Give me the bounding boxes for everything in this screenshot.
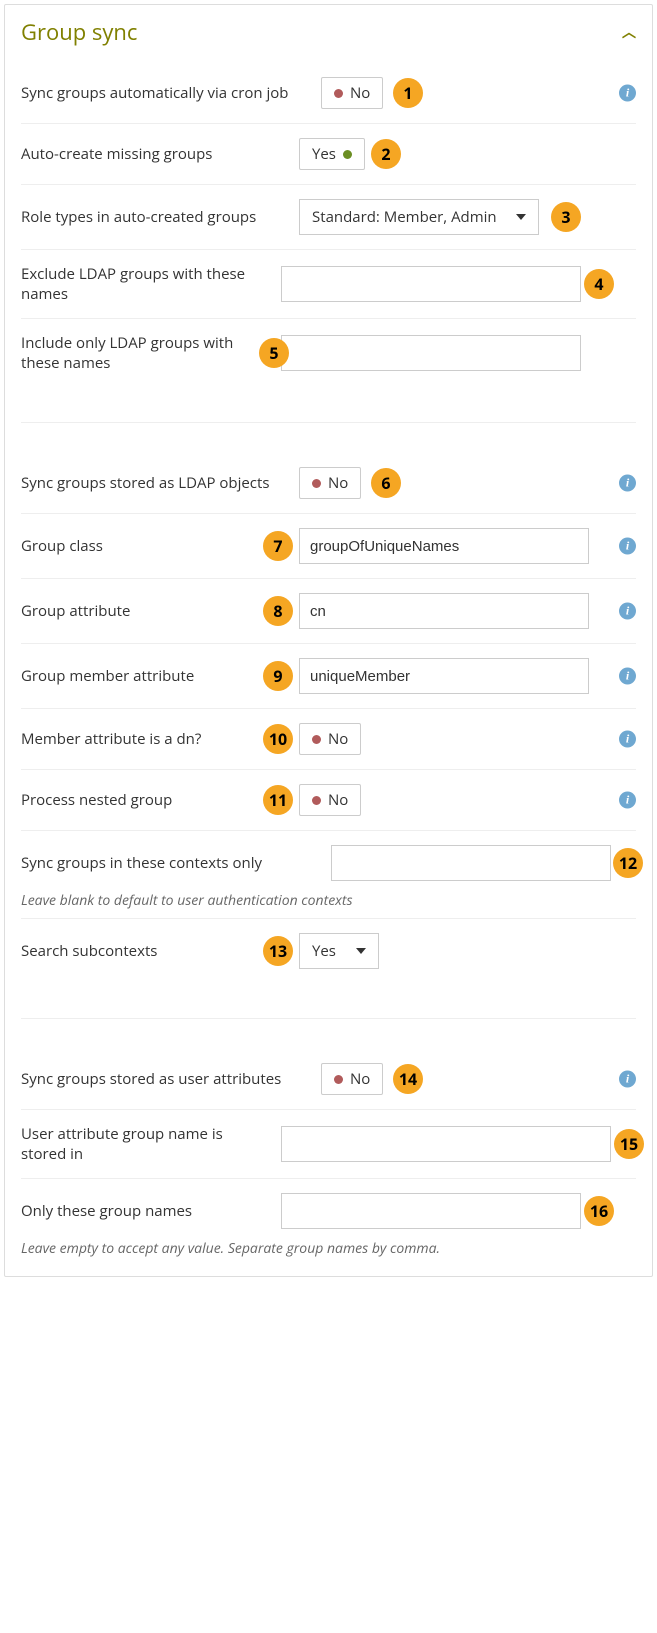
field-only-these: Only these group names 16 Leave empty to… xyxy=(21,1179,636,1266)
info-icon[interactable]: i xyxy=(619,603,636,620)
group-class-label: Group class xyxy=(21,536,299,556)
status-dot-icon xyxy=(343,150,352,159)
sync-user-attrs-toggle[interactable]: No xyxy=(321,1063,383,1095)
auto-create-value: Yes xyxy=(312,144,336,164)
only-these-input[interactable] xyxy=(281,1193,581,1229)
role-types-value: Standard: Member, Admin xyxy=(312,207,497,227)
auto-create-toggle[interactable]: Yes xyxy=(299,138,365,170)
field-sync-user-attrs: Sync groups stored as user attributes No… xyxy=(21,1049,636,1110)
info-icon[interactable]: i xyxy=(619,1071,636,1088)
info-icon[interactable]: i xyxy=(619,792,636,809)
info-icon[interactable]: i xyxy=(619,538,636,555)
sync-ldap-objects-toggle[interactable]: No xyxy=(299,467,361,499)
exclude-names-label: Exclude LDAP groups with these names xyxy=(21,264,281,304)
field-nested-group: Process nested group 11 No i xyxy=(21,770,636,831)
include-names-label: Include only LDAP groups with these name… xyxy=(21,333,281,373)
only-these-label: Only these group names xyxy=(21,1201,281,1221)
group-attribute-label: Group attribute xyxy=(21,601,299,621)
nested-group-label: Process nested group xyxy=(21,790,299,810)
search-subcontexts-select[interactable]: Yes xyxy=(299,933,379,969)
status-dot-icon xyxy=(334,89,343,98)
annotation-badge: 15 xyxy=(614,1129,644,1159)
info-icon[interactable]: i xyxy=(619,731,636,748)
member-dn-value: No xyxy=(328,729,348,749)
field-search-subcontexts: Search subcontexts 13 Yes xyxy=(21,919,636,983)
annotation-badge: 12 xyxy=(613,848,643,878)
annotation-badge: 11 xyxy=(263,785,293,815)
group-member-attr-label: Group member attribute xyxy=(21,666,299,686)
status-dot-icon xyxy=(334,1075,343,1084)
annotation-badge: 5 xyxy=(259,338,289,368)
info-icon[interactable]: i xyxy=(619,475,636,492)
annotation-badge: 4 xyxy=(584,269,614,299)
sync-contexts-label: Sync groups in these contexts only xyxy=(21,853,331,873)
include-names-input[interactable] xyxy=(281,335,581,371)
annotation-badge: 6 xyxy=(371,468,401,498)
sync-cron-label: Sync groups automatically via cron job xyxy=(21,83,321,103)
auto-create-label: Auto-create missing groups xyxy=(21,144,299,164)
field-user-attr-name: User attribute group name is stored in 1… xyxy=(21,1110,636,1179)
spacer xyxy=(21,387,636,423)
field-include-names: Include only LDAP groups with these name… xyxy=(21,319,636,387)
annotation-badge: 7 xyxy=(263,531,293,561)
status-dot-icon xyxy=(312,735,321,744)
sync-ldap-objects-value: No xyxy=(328,473,348,493)
sync-user-attrs-label: Sync groups stored as user attributes xyxy=(21,1069,321,1089)
search-subcontexts-value: Yes xyxy=(312,941,336,961)
user-attr-name-label: User attribute group name is stored in xyxy=(21,1124,281,1164)
chevron-down-icon xyxy=(356,948,366,954)
chevron-up-icon: ︿ xyxy=(622,22,636,42)
nested-group-toggle[interactable]: No xyxy=(299,784,361,816)
field-role-types: Role types in auto-created groups Standa… xyxy=(21,185,636,250)
annotation-badge: 16 xyxy=(584,1196,614,1226)
sync-cron-toggle[interactable]: No xyxy=(321,77,383,109)
spacer xyxy=(21,423,636,453)
field-sync-ldap-objects: Sync groups stored as LDAP objects No 6 … xyxy=(21,453,636,514)
field-group-class: Group class 7 i xyxy=(21,514,636,579)
member-dn-label: Member attribute is a dn? xyxy=(21,729,299,749)
status-dot-icon xyxy=(312,479,321,488)
annotation-badge: 10 xyxy=(263,724,293,754)
field-group-member-attr: Group member attribute 9 i xyxy=(21,644,636,709)
group-member-attr-input[interactable] xyxy=(299,658,589,694)
field-member-dn: Member attribute is a dn? 10 No i xyxy=(21,709,636,770)
sync-user-attrs-value: No xyxy=(350,1069,370,1089)
role-types-label: Role types in auto-created groups xyxy=(21,207,299,227)
annotation-badge: 2 xyxy=(371,139,401,169)
spacer xyxy=(21,1019,636,1049)
annotation-badge: 8 xyxy=(263,596,293,626)
field-exclude-names: Exclude LDAP groups with these names 4 xyxy=(21,250,636,319)
nested-group-value: No xyxy=(328,790,348,810)
group-attribute-input[interactable] xyxy=(299,593,589,629)
sync-contexts-input[interactable] xyxy=(331,845,611,881)
annotation-badge: 13 xyxy=(263,936,293,966)
sync-ldap-objects-label: Sync groups stored as LDAP objects xyxy=(21,473,299,493)
field-auto-create: Auto-create missing groups Yes 2 xyxy=(21,124,636,185)
info-icon[interactable]: i xyxy=(619,668,636,685)
annotation-badge: 9 xyxy=(263,661,293,691)
status-dot-icon xyxy=(312,796,321,805)
field-sync-contexts: Sync groups in these contexts only 12 Le… xyxy=(21,831,636,919)
annotation-badge: 14 xyxy=(393,1064,423,1094)
panel-body: Sync groups automatically via cron job N… xyxy=(5,59,652,1276)
panel-header[interactable]: Group sync ︿ xyxy=(5,5,652,59)
only-these-hint: Leave empty to accept any value. Separat… xyxy=(21,1229,636,1258)
user-attr-name-input[interactable] xyxy=(281,1126,611,1162)
sync-contexts-hint: Leave blank to default to user authentic… xyxy=(21,881,636,910)
field-group-attribute: Group attribute 8 i xyxy=(21,579,636,644)
spacer xyxy=(21,983,636,1019)
chevron-down-icon xyxy=(516,214,526,220)
sync-cron-value: No xyxy=(350,83,370,103)
info-icon[interactable]: i xyxy=(619,85,636,102)
exclude-names-input[interactable] xyxy=(281,266,581,302)
annotation-badge: 1 xyxy=(393,78,423,108)
panel-title: Group sync xyxy=(21,17,137,47)
annotation-badge: 3 xyxy=(551,202,581,232)
search-subcontexts-label: Search subcontexts xyxy=(21,941,299,961)
member-dn-toggle[interactable]: No xyxy=(299,723,361,755)
group-class-input[interactable] xyxy=(299,528,589,564)
role-types-select[interactable]: Standard: Member, Admin xyxy=(299,199,539,235)
field-sync-cron: Sync groups automatically via cron job N… xyxy=(21,63,636,124)
group-sync-panel: Group sync ︿ Sync groups automatically v… xyxy=(4,4,653,1277)
